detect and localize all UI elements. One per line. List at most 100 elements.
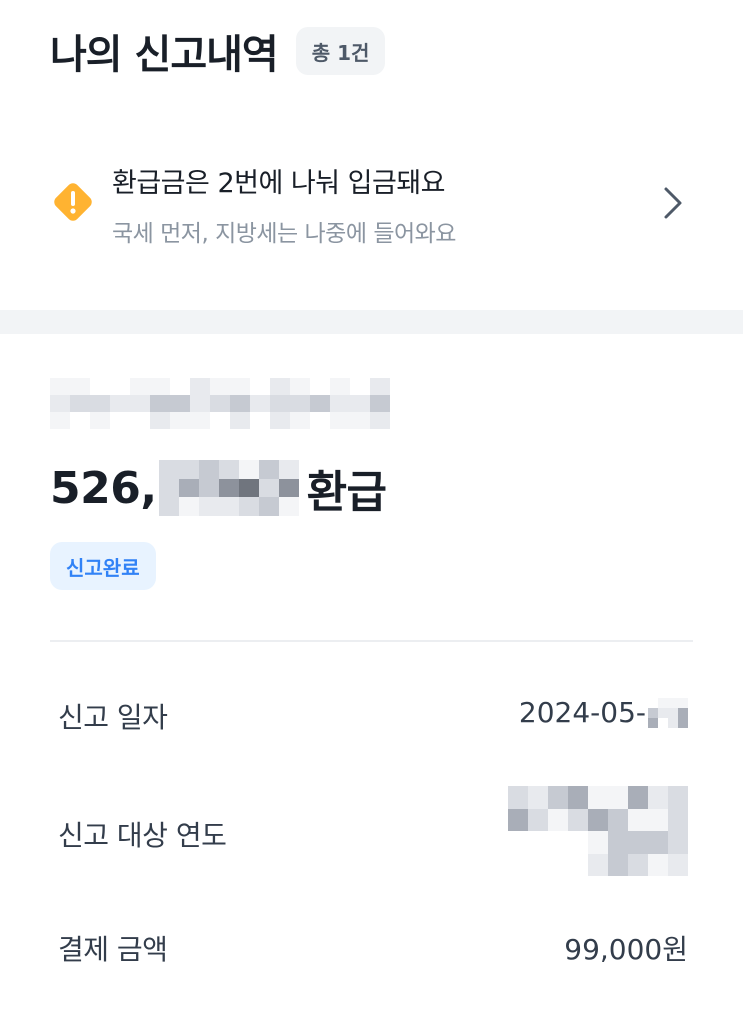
mosaic-cell [310,412,330,429]
amount-prefix: 526, [50,462,157,514]
mosaic-cell [110,378,130,395]
mosaic-cell [668,853,688,876]
mosaic-cell [528,853,548,876]
report-date-value-wrap: 2024-05- [519,696,688,729]
mosaic-cell [568,808,588,831]
payment-label: 결제 금액 [58,933,168,966]
mosaic-cell [568,853,588,876]
mosaic-cell [648,786,668,809]
mosaic-cell [210,412,230,429]
mosaic-cell [508,786,528,809]
mosaic-cell [668,707,678,718]
mosaic-cell [70,395,90,412]
redacted-target-year [508,786,688,876]
mosaic-cell [528,808,548,831]
mosaic-cell [190,378,210,395]
mosaic-cell [50,378,70,395]
mosaic-cell [110,395,130,412]
mosaic-cell [668,717,678,728]
mosaic-cell [70,378,90,395]
mosaic-cell [588,786,608,809]
mosaic-cell [218,478,239,498]
mosaic-cell [548,786,568,809]
mosaic-cell [350,378,370,395]
redacted-date [648,697,688,728]
mosaic-cell [230,378,250,395]
mosaic-cell [170,412,190,429]
mosaic-cell [508,831,528,854]
mosaic-cell [198,460,219,479]
mosaic-cell [668,831,688,854]
refund-notice-banner[interactable]: 환급금은 2번에 나눠 입금돼요 국세 먼저, 지방세는 나중에 들어와요 [48,155,698,255]
mosaic-cell [238,460,259,479]
mosaic-cell [158,478,179,498]
mosaic-cell [608,786,628,809]
mosaic-cell [370,412,390,429]
mosaic-cell [608,808,628,831]
mosaic-cell [158,460,179,479]
mosaic-cell [548,808,568,831]
mosaic-cell [658,717,668,728]
mosaic-cell [668,697,678,708]
mosaic-cell [258,478,279,498]
mosaic-cell [210,378,230,395]
mosaic-cell [190,395,210,412]
mosaic-cell [250,378,270,395]
mosaic-cell [548,853,568,876]
info-row-payment: 결제 금액 99,000원 [58,928,688,972]
mosaic-cell [350,412,370,429]
mosaic-cell [90,378,110,395]
report-date-label: 신고 일자 [58,701,168,734]
mosaic-cell [70,412,90,429]
mosaic-cell [130,395,150,412]
mosaic-cell [170,395,190,412]
mosaic-cell [198,497,219,517]
mosaic-cell [370,378,390,395]
refund-amount: 526, 환급 [50,458,387,518]
report-date-value: 2024-05- [518,696,646,729]
mosaic-cell [648,808,668,831]
mosaic-cell [608,853,628,876]
mosaic-cell [278,497,299,517]
mosaic-cell [258,460,279,479]
mosaic-cell [588,808,608,831]
mosaic-cell [628,808,648,831]
mosaic-cell [508,808,528,831]
target-year-label: 신고 대상 연도 [58,819,227,852]
status-badge: 신고완료 [50,542,156,590]
page-header: 나의 신고내역 총 1건 [50,22,386,80]
mosaic-cell [678,707,688,718]
mosaic-cell [668,808,688,831]
mosaic-cell [290,412,310,429]
mosaic-cell [230,395,250,412]
payment-value: 99,000원 [564,933,688,966]
mosaic-cell [238,497,259,517]
mosaic-cell [170,378,190,395]
mosaic-cell [330,395,350,412]
notice-subtitle: 국세 먼저, 지방세는 나중에 들어와요 [112,221,456,247]
mosaic-cell [678,717,688,728]
mosaic-cell [178,478,199,498]
info-row-report-date: 신고 일자 2024-05- [58,696,688,740]
mosaic-cell [190,412,210,429]
section-divider [0,310,743,334]
mosaic-cell [238,478,259,498]
mosaic-cell [658,697,668,708]
mosaic-cell [150,412,170,429]
mosaic-cell [130,378,150,395]
mosaic-cell [310,378,330,395]
mosaic-cell [588,853,608,876]
mosaic-cell [568,786,588,809]
mosaic-cell [678,697,688,708]
mosaic-cell [588,831,608,854]
mosaic-cell [150,395,170,412]
redacted-amount [158,460,299,517]
mosaic-cell [198,478,219,498]
mosaic-cell [370,395,390,412]
mosaic-cell [330,412,350,429]
mosaic-cell [628,853,648,876]
divider-line [50,640,693,642]
mosaic-cell [218,460,239,479]
mosaic-cell [628,831,648,854]
mosaic-cell [258,497,279,517]
